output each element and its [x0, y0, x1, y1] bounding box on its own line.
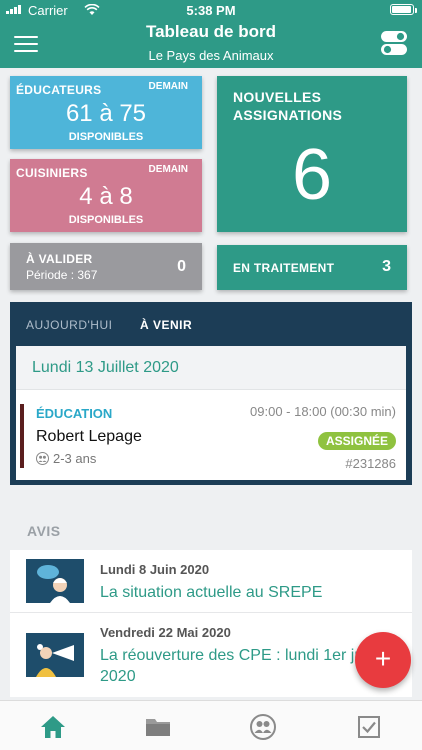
entry-color-bar: [20, 404, 24, 468]
news-title: La situation actuelle au SREPE: [100, 584, 323, 601]
educators-card[interactable]: ÉDUCATEURS DEMAIN 61 à 75 DISPONIBLES: [10, 76, 202, 149]
entry-age-group: 2-3 ans: [53, 451, 97, 466]
cooks-tag: DEMAIN: [148, 164, 188, 175]
folder-icon[interactable]: [144, 713, 172, 741]
in-progress-label: EN TRAITEMENT: [233, 261, 335, 275]
avis-section-title: AVIS: [27, 523, 61, 539]
add-button[interactable]: +: [355, 632, 411, 688]
checkbox-icon[interactable]: [355, 713, 383, 741]
to-validate-label: À VALIDER: [26, 252, 93, 266]
news-date: Lundi 8 Juin 2020: [100, 562, 210, 577]
cooks-value: 4 à 8: [79, 183, 133, 210]
news-item[interactable]: Lundi 8 Juin 2020 La situation actuelle …: [10, 550, 412, 612]
day-header: Lundi 13 Juillet 2020: [16, 346, 406, 390]
clock: 5:38 PM: [186, 3, 236, 18]
in-progress-count: 3: [382, 258, 391, 275]
entry-category: ÉDUCATION: [36, 406, 113, 421]
news-date: Vendredi 22 Mai 2020: [100, 625, 231, 640]
to-validate-card[interactable]: À VALIDER Période : 367 0: [10, 243, 202, 290]
in-progress-card[interactable]: EN TRAITEMENT 3: [217, 245, 407, 290]
agenda-panel: AUJOURD'HUI À VENIR Lundi 13 Juillet 202…: [10, 302, 412, 485]
educators-value: 61 à 75: [65, 100, 147, 127]
cooks-card[interactable]: CUISINIERS DEMAIN 4 à 8 DISPONIBLES: [10, 159, 202, 232]
assignment-entry[interactable]: ÉDUCATION Robert Lepage 2-3 ans 09:00 - …: [16, 390, 406, 480]
news-thumbnail: [26, 633, 84, 677]
bottom-navigation: [0, 700, 422, 750]
tab-upcoming[interactable]: À VENIR: [140, 318, 192, 332]
toggle-settings-icon[interactable]: [380, 30, 408, 56]
app-header: Carrier 5:38 PM Tableau de bord Le Pays …: [0, 0, 422, 68]
day-card: Lundi 13 Juillet 2020 ÉDUCATION Robert L…: [16, 346, 406, 480]
group-icon: [36, 452, 49, 465]
educators-sub: DISPONIBLES: [68, 131, 144, 143]
educators-tag: DEMAIN: [148, 81, 188, 92]
entry-reference: #231286: [345, 456, 396, 471]
new-assignments-label-2: ASSIGNATIONS: [233, 107, 343, 123]
entry-child-name: Robert Lepage: [36, 428, 142, 445]
news-item[interactable]: Vendredi 22 Mai 2020 La réouverture des …: [10, 612, 412, 697]
day-date: Lundi 13 Juillet 2020: [32, 359, 179, 376]
new-assignments-card[interactable]: NOUVELLES ASSIGNATIONS 6: [217, 76, 407, 232]
news-thumbnail: [26, 559, 84, 603]
new-assignments-label-1: NOUVELLES: [233, 89, 322, 105]
cooks-label: CUISINIERS: [16, 166, 88, 180]
entry-age-row: 2-3 ans: [36, 451, 96, 466]
battery-tip: [415, 8, 417, 13]
daycare-name: Le Pays des Animaux: [148, 48, 274, 63]
cooks-sub: DISPONIBLES: [68, 214, 144, 226]
new-assignments-count: 6: [291, 135, 333, 215]
status-badge: ASSIGNÉE: [317, 432, 396, 450]
educators-label: ÉDUCATEURS: [16, 83, 102, 97]
tab-today[interactable]: AUJOURD'HUI: [26, 318, 112, 332]
to-validate-count: 0: [177, 258, 186, 275]
status-bar: Carrier 5:38 PM: [0, 0, 422, 20]
home-icon[interactable]: [39, 713, 67, 741]
entry-time: 09:00 - 18:00 (00:30 min): [250, 404, 396, 419]
people-icon[interactable]: [249, 713, 277, 741]
battery-icon: [390, 4, 414, 15]
to-validate-period: Période : 367: [26, 268, 98, 282]
page-title: Tableau de bord: [145, 22, 277, 41]
